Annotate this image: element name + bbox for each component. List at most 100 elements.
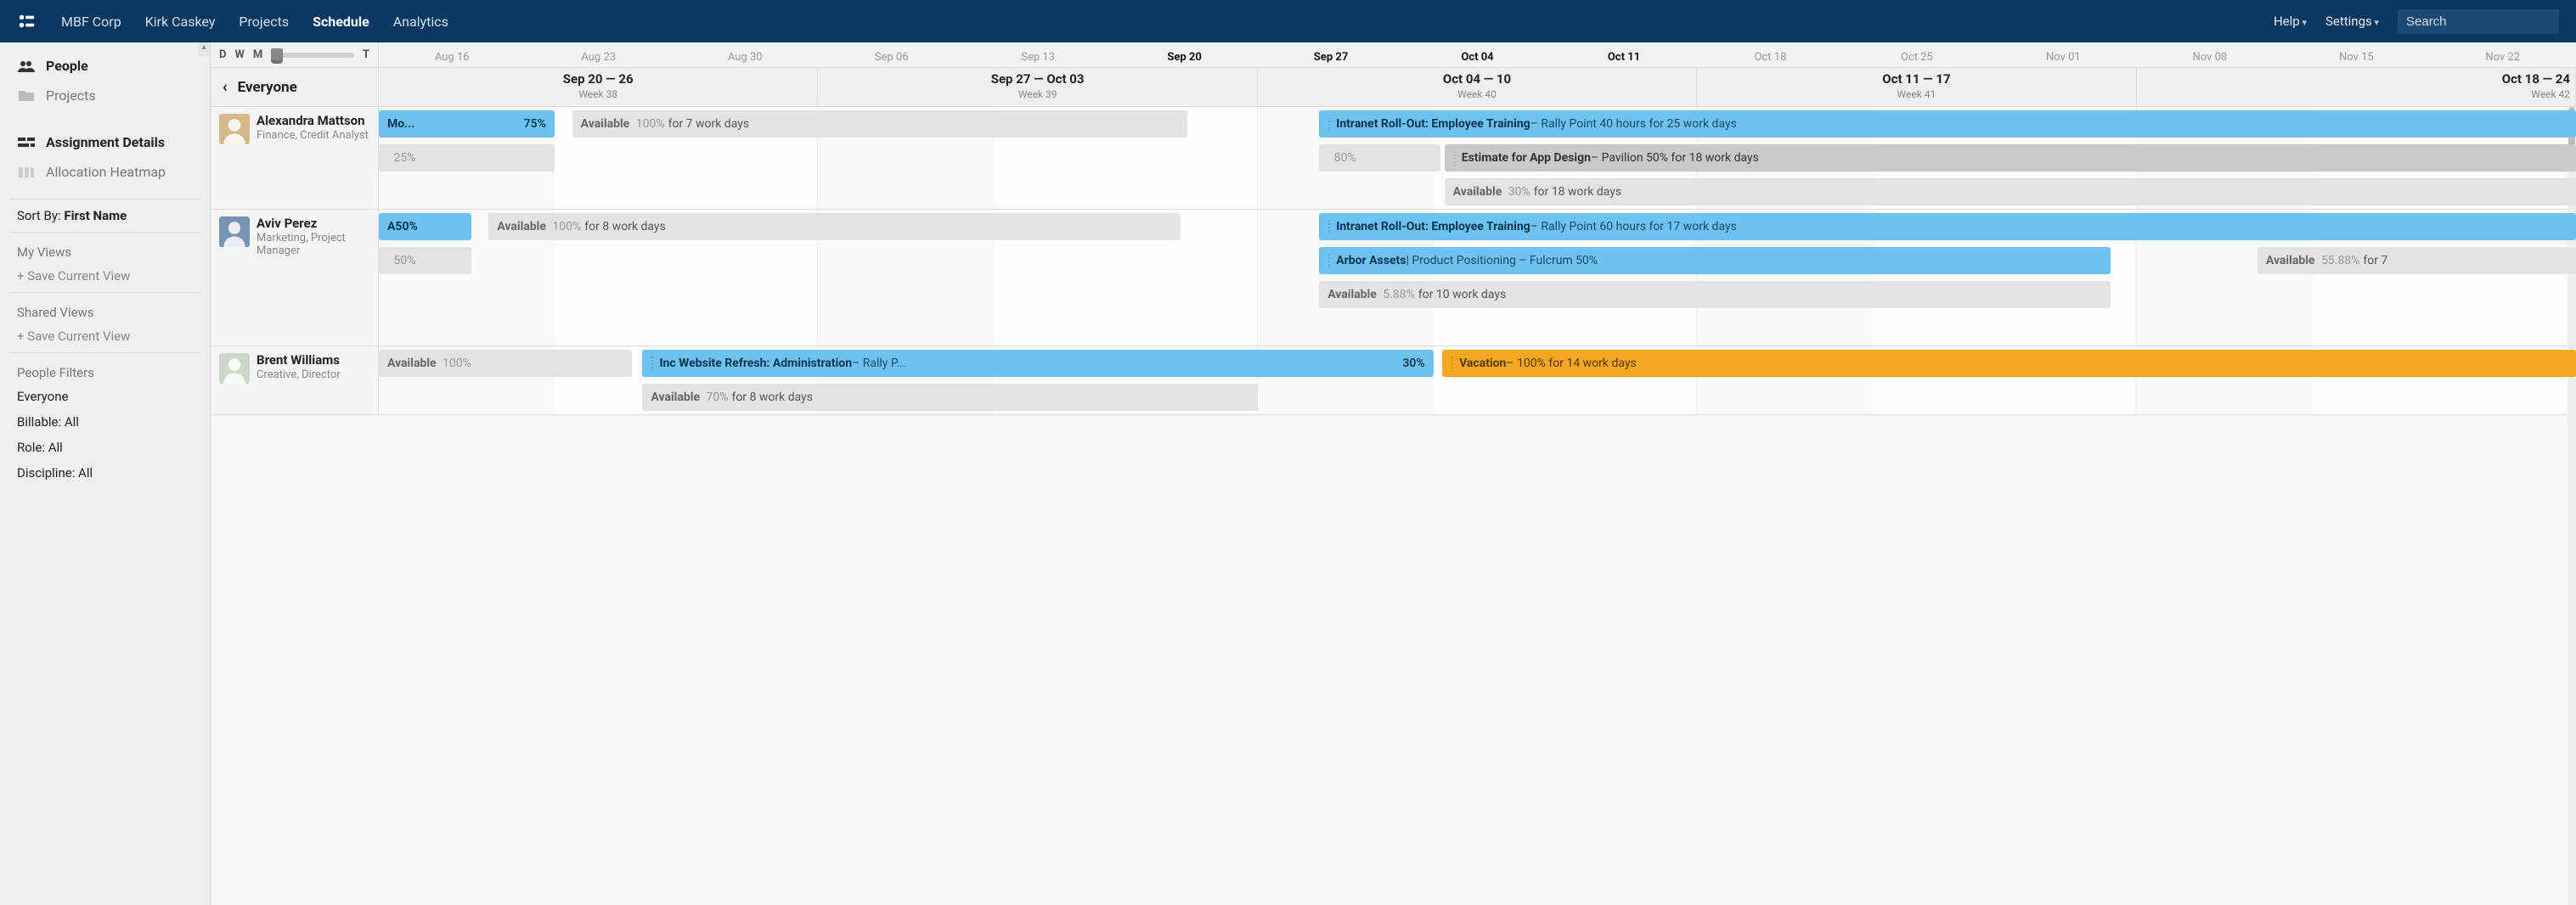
nav-schedule[interactable]: Schedule: [313, 14, 369, 30]
date-tick[interactable]: Sep 27: [1258, 46, 1404, 64]
save-view-2[interactable]: + Save Current View: [0, 323, 210, 349]
date-tick[interactable]: Nov 01: [1990, 46, 2136, 64]
date-tick[interactable]: Aug 30: [672, 46, 818, 64]
week-headers: Sep 20 — 26 Week 38Sep 27 — Oct 03 Week …: [379, 68, 2576, 106]
row-grid[interactable]: Available 100% Inc Website Refresh: Admin…: [379, 346, 2576, 414]
zoom-t[interactable]: T: [363, 48, 369, 61]
sort-by[interactable]: Sort By: First Name: [0, 203, 210, 228]
person-role: Creative, Director: [256, 369, 341, 382]
week-header[interactable]: Oct 04 — 10 Week 40: [1258, 68, 1697, 106]
availability-bar[interactable]: 25%: [379, 144, 555, 171]
nav-user[interactable]: Kirk Caskey: [145, 14, 216, 30]
date-tick[interactable]: Oct 11: [1551, 46, 1697, 64]
filter-billable[interactable]: Billable: All: [0, 409, 210, 435]
row-grid[interactable]: A50% Available 100%for 8 work days Intrane…: [379, 210, 2576, 346]
bar-pct-right: 75%: [524, 117, 546, 131]
date-tick[interactable]: Nov 08: [2137, 46, 2283, 64]
filter-discipline[interactable]: Discipline: All: [0, 460, 210, 486]
assignment-bar[interactable]: Arbor Assets | Product Positioning – Ful…: [1319, 247, 2110, 274]
assignment-bar[interactable]: Mo...75%: [379, 110, 555, 138]
bar-sub: – Rally P...: [852, 357, 906, 370]
drag-grip-icon[interactable]: [1327, 253, 1331, 268]
sidebar-scroll-up[interactable]: ▴: [198, 42, 210, 56]
sort-prefix: Sort By:: [17, 208, 64, 223]
folder-icon: [17, 90, 36, 102]
lane: [379, 312, 2576, 346]
sidebar-item-heatmap[interactable]: Allocation Heatmap: [0, 157, 210, 187]
sidebar-label: Assignment Details: [46, 134, 165, 150]
lane: Available 70%for 8 work days: [379, 380, 2576, 414]
week-number: Week 42: [2137, 88, 2575, 100]
zoom-d[interactable]: D: [219, 48, 226, 61]
brand-icon: [17, 12, 36, 31]
zoom-w[interactable]: W: [234, 48, 244, 61]
sidebar-item-projects[interactable]: Projects: [0, 81, 210, 110]
availability-bar[interactable]: Available 100%for 8 work days: [488, 213, 1181, 240]
filter-role[interactable]: Role: All: [0, 435, 210, 460]
date-tick[interactable]: Nov 22: [2430, 46, 2576, 64]
drag-grip-icon[interactable]: [651, 356, 654, 371]
bar-sub: for 18 work days: [1534, 185, 1621, 199]
date-tick[interactable]: Nov 15: [2283, 46, 2429, 64]
nav-analytics[interactable]: Analytics: [393, 14, 448, 30]
availability-bar[interactable]: Available 55.88%for 7: [2258, 247, 2576, 274]
availability-bar[interactable]: 50%: [379, 247, 471, 274]
week-header[interactable]: Sep 27 — Oct 03 Week 39: [818, 68, 1257, 106]
date-tick[interactable]: Sep 13: [965, 46, 1111, 64]
week-range: Sep 27 — Oct 03: [818, 71, 1256, 87]
sidebar-item-assign-details[interactable]: Assignment Details: [0, 127, 210, 157]
nav-org[interactable]: MBF Corp: [61, 14, 121, 30]
availability-bar[interactable]: Available 30%for 18 work days: [1445, 178, 2576, 205]
row-person[interactable]: Aviv Perez Marketing, Project Manager: [211, 210, 379, 346]
zoom-m[interactable]: M: [253, 48, 262, 61]
bar-sub: – 100% for 14 work days: [1506, 357, 1636, 370]
week-header[interactable]: Oct 11 — 17 Week 41: [1697, 68, 2136, 106]
zoom-thumb[interactable]: [271, 48, 283, 64]
availability-bar[interactable]: Available 5.88%for 10 work days: [1319, 281, 2110, 308]
bar-pct: 25%: [391, 151, 415, 165]
assignment-bar[interactable]: Estimate for App Design – Pavilion 50% f…: [1445, 144, 2576, 171]
row-person[interactable]: Brent Williams Creative, Director: [211, 346, 379, 414]
help-dropdown[interactable]: Help: [2274, 14, 2307, 29]
assignment-bar[interactable]: Intranet Roll-Out: Employee Training – R…: [1319, 213, 2576, 240]
week-header[interactable]: Oct 18 — 24 Week 42: [2137, 68, 2576, 106]
week-range: Oct 04 — 10: [1258, 71, 1696, 87]
row-grid[interactable]: Mo...75% Available 100%for 7 work days Int…: [379, 107, 2576, 209]
date-tick[interactable]: Oct 18: [1697, 46, 1843, 64]
back-chevron-icon[interactable]: ‹: [223, 78, 228, 96]
bar-pct: 80%: [1331, 151, 1356, 165]
date-tick[interactable]: Aug 16: [379, 46, 525, 64]
save-view-1[interactable]: + Save Current View: [0, 263, 210, 289]
assignment-bar[interactable]: Intranet Roll-Out: Employee Training – R…: [1319, 110, 2576, 138]
week-header[interactable]: Sep 20 — 26 Week 38: [379, 68, 818, 106]
bar-title: Available: [387, 357, 437, 370]
date-tick[interactable]: Sep 20: [1111, 46, 1257, 64]
sidebar-label: People: [46, 58, 88, 74]
row-person[interactable]: Alexandra Mattson Finance, Credit Analys…: [211, 107, 379, 209]
bar-title: Vacation: [1459, 357, 1506, 370]
lane: Available 30%for 18 work days: [379, 175, 2576, 209]
zoom-slider[interactable]: [271, 53, 354, 58]
availability-bar[interactable]: Available 100%for 7 work days: [572, 110, 1187, 138]
date-tick[interactable]: Aug 23: [525, 46, 671, 64]
filter-everyone[interactable]: Everyone: [0, 384, 210, 409]
drag-grip-icon[interactable]: [1453, 150, 1457, 166]
search-input[interactable]: [2398, 9, 2559, 34]
settings-dropdown[interactable]: Settings: [2325, 14, 2379, 29]
availability-bar[interactable]: 80%: [1319, 144, 1440, 171]
drag-grip-icon[interactable]: [1451, 356, 1454, 371]
date-tick[interactable]: Sep 06: [818, 46, 964, 64]
date-tick[interactable]: Oct 04: [1404, 46, 1550, 64]
sidebar-item-people[interactable]: People: [0, 51, 210, 81]
assignment-bar[interactable]: Inc Website Refresh: Administration – Ra…: [642, 350, 1433, 377]
availability-bar[interactable]: Available 100%: [379, 350, 632, 377]
grid-body[interactable]: Alexandra Mattson Finance, Credit Analys…: [211, 107, 2576, 905]
availability-bar[interactable]: Available 70%for 8 work days: [642, 384, 1257, 411]
date-tick[interactable]: Oct 25: [1844, 46, 1990, 64]
vacation-bar[interactable]: Vacation – 100% for 14 work days: [1442, 350, 2576, 377]
assignment-bar[interactable]: A50%: [379, 213, 471, 240]
drag-grip-icon[interactable]: [1327, 116, 1331, 132]
drag-grip-icon[interactable]: [1327, 219, 1331, 234]
schedule-main: D W M T Aug 16Aug 23Aug 30Sep 06Sep 13Se…: [211, 42, 2576, 905]
nav-projects[interactable]: Projects: [239, 14, 289, 30]
